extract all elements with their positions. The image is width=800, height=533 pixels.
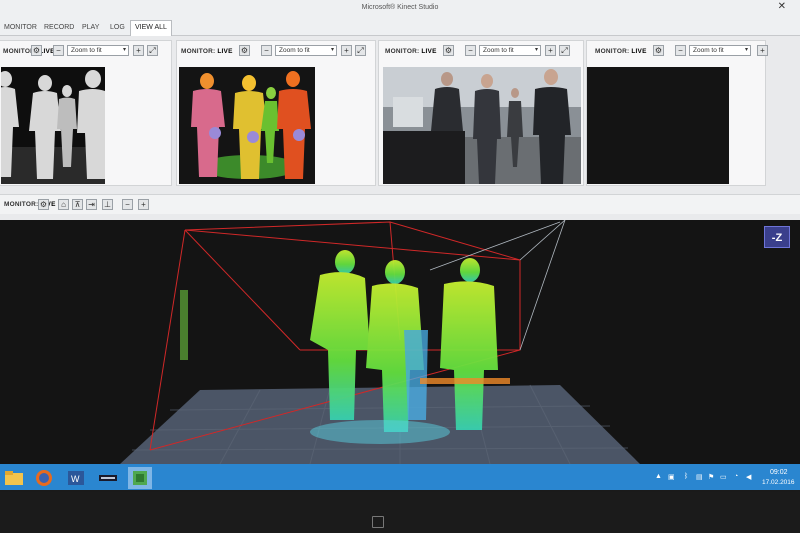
tab-view-all[interactable]: VIEW ALL	[130, 20, 172, 36]
tab-log[interactable]: LOG	[106, 21, 129, 35]
zoom-in-button[interactable]: +	[757, 45, 768, 56]
clock-date[interactable]: 17.02.2016	[762, 479, 795, 486]
title-bar: Microsoft® Kinect Studio ✕	[0, 0, 800, 18]
display-icon[interactable]: ▭	[720, 473, 727, 481]
flag-icon[interactable]: ⚑	[708, 473, 714, 481]
tab-record[interactable]: RECORD	[40, 21, 78, 35]
view-floor-icon[interactable]: ⊥	[102, 199, 113, 210]
screen: Microsoft® Kinect Studio ✕ MONITOR RECOR…	[0, 0, 800, 490]
zoom-select[interactable]: Zoom to fit ▾	[689, 45, 751, 56]
axis-z-badge[interactable]: -Z	[764, 226, 790, 248]
zoom-out-button[interactable]: −	[465, 45, 476, 56]
zoom-in-button[interactable]: +	[138, 199, 149, 210]
power-button	[372, 516, 384, 528]
depth-view	[1, 67, 105, 184]
monitor-panel-color: MONITOR: LIVE ⚙ − Zoom to fit ▾ + ⤢	[378, 40, 584, 186]
panel-header: MONITOR: LIVE ⚙ − Zoom to fit ▾ + ⤢	[379, 41, 583, 63]
empty-view	[587, 67, 729, 184]
volume-icon[interactable]: ◀	[746, 473, 751, 481]
media-icon[interactable]	[96, 467, 120, 489]
panel-label: MONITOR: LIVE	[3, 48, 55, 55]
view-top-icon[interactable]: ⊼	[72, 199, 83, 210]
gear-icon[interactable]: ⚙	[443, 45, 454, 56]
show-hidden-icons-icon[interactable]: ▲	[655, 473, 662, 480]
word-icon[interactable]: W	[64, 467, 88, 489]
zoom-in-button[interactable]: +	[545, 45, 556, 56]
gear-icon[interactable]: ⚙	[38, 199, 49, 210]
clock-time[interactable]: 09:02	[770, 469, 788, 476]
close-icon[interactable]: ✕	[778, 1, 786, 12]
panel-label: MONITOR: LIVE	[181, 48, 233, 55]
tab-monitor[interactable]: MONITOR	[0, 21, 41, 35]
bluetooth-icon[interactable]: ᛒ	[684, 473, 688, 480]
color-camera-view	[383, 67, 581, 184]
chevron-down-icon: ▾	[122, 47, 126, 53]
view-side-icon[interactable]: ⇥	[86, 199, 97, 210]
svg-text:W: W	[71, 474, 80, 484]
network-icon[interactable]: ▣	[668, 473, 675, 481]
panel-header: MONITOR: LIVE ⚙ − Zoom to fit ▾ +	[587, 41, 768, 63]
gear-icon[interactable]: ⚙	[239, 45, 250, 56]
kinect-studio-icon[interactable]	[128, 467, 152, 489]
home-icon[interactable]: ⌂	[58, 199, 69, 210]
file-explorer-icon[interactable]	[2, 467, 26, 489]
gear-icon[interactable]: ⚙	[31, 45, 42, 56]
tab-play[interactable]: PLAY	[78, 21, 103, 35]
nav-bar: MONITOR RECORD PLAY LOG VIEW ALL	[0, 18, 800, 36]
zoom-select[interactable]: Zoom to fit ▾	[275, 45, 337, 56]
monitor-panel-body-index: MONITOR: LIVE ⚙ − Zoom to fit ▾ + ⤢	[176, 40, 376, 186]
zoom-out-button[interactable]: −	[261, 45, 272, 56]
viewer-3d-toolbar: MONITOR: LIVE ⚙ ⌂ ⊼ ⇥ ⊥ − +	[0, 194, 800, 214]
panel-label: MONITOR: LIVE	[595, 48, 647, 55]
body-index-view	[179, 67, 315, 184]
panel-header: MONITOR: LIVE ⚙ − Zoom to fit ▾ + ⤢	[177, 41, 375, 63]
fit-icon[interactable]: ⤢	[355, 45, 366, 56]
zoom-out-button[interactable]: −	[53, 45, 64, 56]
chevron-down-icon: ▾	[534, 47, 538, 53]
chevron-down-icon: ▾	[330, 47, 334, 53]
window-title: Microsoft® Kinect Studio	[361, 4, 439, 11]
monitor-panel-depth: MONITOR: LIVE ⚙ − Zoom to fit ▾ + ⤢	[0, 40, 172, 186]
wifi-icon[interactable]: ◔	[734, 473, 738, 480]
panel-label: MONITOR: LIVE	[385, 48, 437, 55]
zoom-select[interactable]: Zoom to fit ▾	[67, 45, 129, 56]
gear-icon[interactable]: ⚙	[653, 45, 664, 56]
zoom-in-button[interactable]: +	[341, 45, 352, 56]
chevron-down-icon: ▾	[744, 47, 748, 53]
monitor-panel-4: MONITOR: LIVE ⚙ − Zoom to fit ▾ +	[586, 40, 768, 186]
zoom-out-button[interactable]: −	[675, 45, 686, 56]
fit-icon[interactable]: ⤢	[559, 45, 570, 56]
fit-icon[interactable]: ⤢	[147, 45, 158, 56]
point-cloud-3d-view[interactable]	[0, 220, 800, 464]
zoom-in-button[interactable]: +	[133, 45, 144, 56]
firefox-icon[interactable]	[32, 467, 56, 489]
panel-header: MONITOR: LIVE ⚙ − Zoom to fit ▾ + ⤢	[0, 41, 171, 63]
zoom-out-button[interactable]: −	[122, 199, 133, 210]
monitor-bezel	[0, 492, 800, 533]
zoom-select[interactable]: Zoom to fit ▾	[479, 45, 541, 56]
taskbar: W ▲ ▣ ᛒ ▤ ⚑ ▭ ◔ ◀ 09:02 17.02.2016	[0, 464, 800, 490]
notification-icon[interactable]: ▤	[696, 473, 703, 481]
